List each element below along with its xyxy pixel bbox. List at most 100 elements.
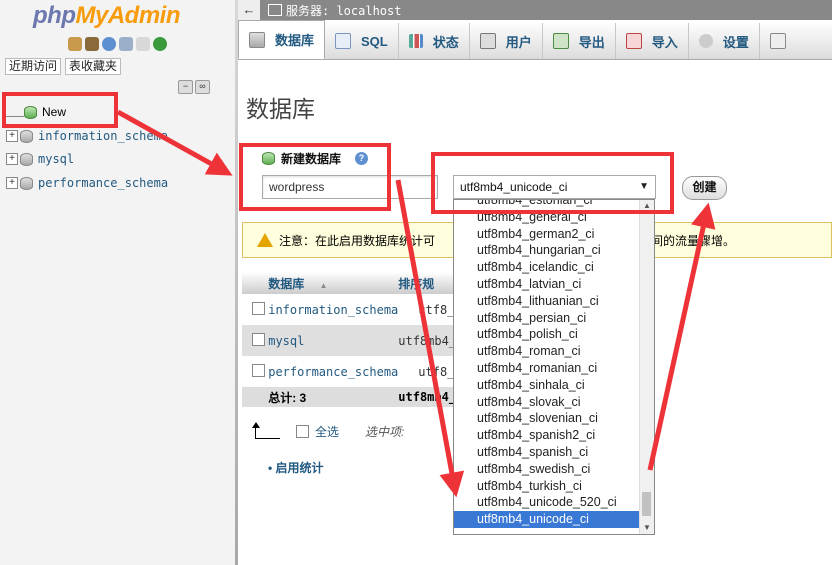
arrow-up-icon (252, 422, 280, 439)
collation-option[interactable]: utf8mb4_latvian_ci (454, 276, 641, 293)
table-row: performance_schema utf8_ (242, 356, 462, 387)
collation-option[interactable]: utf8mb4_swedish_ci (454, 461, 641, 478)
databases-table: 数据库 ▲ 排序规 information_schema utf8_ mysql… (242, 272, 462, 407)
collation-option[interactable]: utf8mb4_hungarian_ci (454, 242, 641, 259)
tab-label: 导出 (578, 34, 605, 50)
collation-dropdown-list[interactable]: utf8mb4_estonian_ci utf8mb4_general_ci utf… (453, 199, 655, 535)
tree-item-performance-schema[interactable]: + performance_schema (6, 174, 168, 192)
collation-option[interactable]: utf8mb4_spanish_ci (454, 444, 641, 461)
tree-label: mysql (38, 152, 75, 166)
create-button[interactable]: 创建 (682, 176, 727, 200)
expand-icon[interactable]: + (6, 177, 18, 189)
expand-icon[interactable]: + (6, 153, 18, 165)
row-checkbox-cell (242, 356, 269, 387)
collation-option[interactable]: utf8mb4_persian_ci (454, 310, 641, 327)
sql-icon (335, 33, 352, 49)
header-database[interactable]: 数据库 ▲ (268, 272, 399, 294)
recent-tab[interactable]: 近期访问 (5, 58, 62, 75)
collation-option[interactable]: utf8mb4_icelandic_ci (454, 259, 641, 276)
nav-quick-icons (68, 37, 167, 51)
settings-icon[interactable] (136, 37, 150, 51)
tab-import[interactable]: 导入 (616, 23, 689, 59)
scroll-down-icon[interactable]: ▼ (640, 522, 654, 534)
server-icon (268, 4, 282, 16)
phpmyadmin-logo[interactable]: phpMyAdmin (33, 2, 180, 30)
row-checkbox[interactable] (252, 363, 265, 377)
tab-label: SQL (361, 33, 388, 49)
sort-asc-icon: ▲ (319, 280, 328, 290)
tab-users[interactable]: 用户 (470, 23, 543, 59)
table-header: 数据库 ▲ 排序规 (242, 272, 462, 294)
total-row: 总计: 3 utf8mb4_ (242, 387, 462, 407)
collapse-nav-button[interactable]: ← (238, 0, 261, 20)
tree-item-mysql[interactable]: + mysql (6, 150, 74, 168)
logout-icon[interactable] (85, 37, 99, 51)
export-icon (552, 33, 569, 49)
annotation-box-collation (431, 152, 674, 214)
tab-databases[interactable]: 数据库 (238, 20, 326, 59)
expand-icon[interactable]: + (6, 130, 18, 142)
page-title: 数据库 (246, 96, 315, 122)
tree-item-information-schema[interactable]: + information_schema (6, 127, 168, 145)
docs-icon[interactable] (119, 37, 133, 51)
collation-option[interactable]: utf8mb4_polish_ci (454, 326, 641, 343)
with-selected-label: 选中项: (365, 425, 405, 439)
collation-option[interactable]: utf8mb4_romanian_ci (454, 360, 641, 377)
database-icon (20, 176, 33, 190)
tree-controls: − ∞ (178, 80, 210, 94)
tab-settings[interactable]: 设置 (689, 23, 760, 59)
tab-sql[interactable]: SQL (325, 23, 399, 59)
tab-label: 状态 (432, 34, 459, 50)
row-checkbox-cell (242, 294, 269, 325)
collation-option[interactable]: utf8mb4_slovak_ci (454, 394, 641, 411)
collation-option[interactable]: utf8mb4_slovenian_ci (454, 410, 641, 427)
tab-status[interactable]: 状态 (399, 23, 470, 59)
check-all-label[interactable]: 全选 (315, 423, 339, 440)
db-link[interactable]: information_schema (268, 294, 399, 325)
import-icon (625, 33, 642, 49)
collation-option[interactable]: utf8mb4_unicode_520_ci (454, 494, 641, 511)
tab-label: 用户 (505, 34, 532, 50)
home-icon[interactable] (68, 37, 82, 51)
annotation-box-new (2, 92, 118, 128)
scroll-thumb[interactable] (642, 492, 651, 516)
favorites-tab[interactable]: 表收藏夹 (65, 58, 122, 75)
header-label: 数据库 (268, 276, 305, 291)
database-icon (249, 31, 265, 48)
enable-statistics-link[interactable]: • 启用统计 (268, 459, 324, 476)
row-checkbox-cell (242, 325, 269, 356)
collation-option[interactable]: utf8mb4_turkish_ci (454, 478, 641, 495)
check-all-checkbox[interactable] (296, 425, 309, 438)
breadcrumb: 服务器: localhost (260, 0, 832, 20)
wrench-icon (698, 34, 713, 48)
tab-export[interactable]: 导出 (543, 23, 616, 59)
collation-option[interactable]: utf8mb4_roman_ci (454, 343, 641, 360)
nav-resize-handle[interactable] (235, 0, 238, 565)
db-link[interactable]: performance_schema (268, 356, 399, 387)
users-icon (479, 33, 496, 49)
tree-label: performance_schema (38, 176, 169, 190)
collation-option[interactable]: utf8mb4_german2_ci (454, 226, 641, 243)
row-checkbox[interactable] (252, 301, 265, 315)
db-link[interactable]: mysql (268, 325, 399, 356)
help-icon[interactable] (102, 37, 116, 51)
collation-options: utf8mb4_estonian_ci utf8mb4_general_ci utf… (454, 200, 641, 528)
row-checkbox[interactable] (252, 332, 265, 346)
header-checkbox-col (242, 272, 269, 294)
link-icon[interactable]: ∞ (195, 80, 210, 94)
tree-label: information_schema (38, 129, 169, 143)
tab-more[interactable] (760, 23, 796, 59)
annotation-box-name (239, 143, 391, 211)
tab-label: 导入 (651, 34, 678, 50)
total-label: 总计: 3 (268, 387, 399, 407)
dropdown-scrollbar[interactable]: ▲ ▼ (639, 200, 654, 534)
main-tabs: 数据库 SQL 状态 用户 导出 导入 设置 (238, 20, 832, 60)
collation-option[interactable]: utf8mb4_lithuanian_ci (454, 293, 641, 310)
collation-option[interactable]: utf8mb4_sinhala_ci (454, 377, 641, 394)
collation-option[interactable]: utf8mb4_unicode_ci (454, 511, 641, 528)
reload-icon[interactable] (153, 37, 167, 51)
tab-label: 数据库 (275, 33, 315, 48)
collapse-all-icon[interactable]: − (178, 80, 193, 94)
collation-option[interactable]: utf8mb4_spanish2_ci (454, 427, 641, 444)
breadcrumb-server[interactable]: 服务器: localhost (286, 2, 401, 19)
